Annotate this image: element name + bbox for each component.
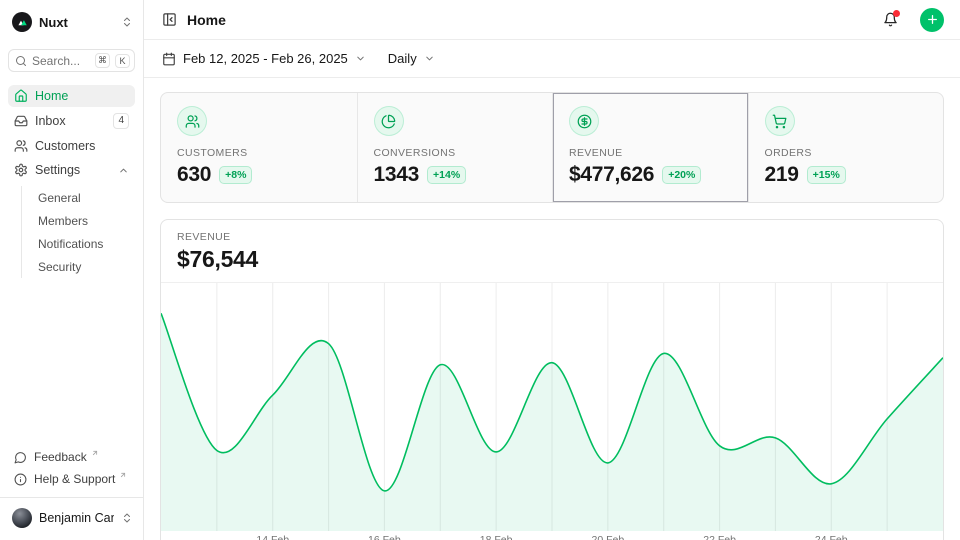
gear-icon <box>14 163 28 177</box>
stat-value: 1343 <box>374 163 420 187</box>
stat-delta-badge: +8% <box>219 166 252 184</box>
external-link-icon <box>91 449 99 457</box>
chart-metric-value: $76,544 <box>177 246 927 273</box>
chevrons-up-down-icon <box>121 16 133 28</box>
stat-value: 219 <box>765 163 799 187</box>
search-placeholder: Search... <box>32 54 90 68</box>
sidebar-collapse-icon[interactable] <box>162 12 177 27</box>
period-select[interactable]: Daily <box>388 51 435 66</box>
chart-plot-area[interactable] <box>161 283 943 531</box>
stat-label: REVENUE <box>569 147 732 159</box>
home-icon <box>14 89 28 103</box>
chart-metric-label: REVENUE <box>177 231 927 243</box>
notifications-button[interactable] <box>883 12 898 27</box>
sidebar-item-home[interactable]: Home <box>8 85 135 107</box>
notification-dot <box>893 10 900 17</box>
chevron-up-icon <box>118 165 129 176</box>
stat-value: 630 <box>177 163 211 187</box>
chevron-down-icon <box>424 53 435 64</box>
search-input[interactable]: Search... ⌘ K <box>8 49 135 72</box>
sidebar-item-label: Home <box>35 89 68 103</box>
nuxt-logo-icon <box>12 12 32 32</box>
period-value: Daily <box>388 51 417 66</box>
filters-toolbar: Feb 12, 2025 - Feb 26, 2025 Daily <box>144 40 960 78</box>
cart-icon <box>765 106 795 136</box>
sidebar-spacer <box>8 278 135 447</box>
users-icon <box>177 106 207 136</box>
sidebar-item-notifications[interactable]: Notifications <box>36 232 135 255</box>
main-area: Home Feb 12, 2025 - Feb 26, 2025 Daily <box>144 0 960 540</box>
search-icon <box>15 55 27 67</box>
workspace-name: Nuxt <box>39 15 114 30</box>
external-link-icon <box>119 471 127 479</box>
stat-value: $477,626 <box>569 163 654 187</box>
sidebar-item-label: Customers <box>35 139 95 153</box>
date-range-picker[interactable]: Feb 12, 2025 - Feb 26, 2025 <box>162 51 366 66</box>
revenue-chart-card: REVENUE $76,544 14 Feb 16 Feb 18 Feb 20 Feb… <box>160 219 944 540</box>
sidebar-item-label: Inbox <box>35 114 66 128</box>
info-icon <box>14 473 27 486</box>
settings-submenu: General Members Notifications Security <box>21 186 135 278</box>
users-icon <box>14 139 28 153</box>
sidebar-item-settings[interactable]: Settings <box>8 159 135 181</box>
chart-header: REVENUE $76,544 <box>161 220 943 283</box>
add-button[interactable] <box>920 8 944 32</box>
main-header: Home <box>144 0 960 40</box>
footer-link-label: Feedback <box>34 450 87 464</box>
sidebar-item-members[interactable]: Members <box>36 209 135 232</box>
footer-link-label: Help & Support <box>34 472 115 486</box>
sidebar-item-customers[interactable]: Customers <box>8 135 135 157</box>
x-tick-label: 24 Feb <box>815 534 848 540</box>
calendar-icon <box>162 52 176 66</box>
x-tick-label: 20 Feb <box>592 534 625 540</box>
chevron-down-icon <box>355 53 366 64</box>
user-menu[interactable]: Benjamin Canac <box>8 506 135 530</box>
dollar-circle-icon <box>569 106 599 136</box>
sidebar-item-security[interactable]: Security <box>36 255 135 278</box>
inbox-count-badge: 4 <box>113 113 129 129</box>
stat-delta-badge: +14% <box>427 166 466 184</box>
avatar <box>12 508 32 528</box>
revenue-area-chart <box>161 283 943 531</box>
stat-label: ORDERS <box>765 147 928 159</box>
page-title: Home <box>187 12 226 28</box>
help-support-link[interactable]: Help & Support <box>8 469 135 489</box>
sidebar-item-inbox[interactable]: Inbox 4 <box>8 109 135 133</box>
stat-tile-orders[interactable]: ORDERS 219 +15% <box>748 93 944 202</box>
date-range-value: Feb 12, 2025 - Feb 26, 2025 <box>183 51 348 66</box>
sidebar-footer-links: Feedback Help & Support <box>8 447 135 493</box>
stat-delta-badge: +15% <box>807 166 846 184</box>
user-section: Benjamin Canac <box>0 497 143 532</box>
sidebar-item-label: Settings <box>35 163 80 177</box>
x-tick-label: 18 Feb <box>480 534 513 540</box>
chevrons-up-down-icon <box>121 512 133 524</box>
stat-tile-conversions[interactable]: CONVERSIONS 1343 +14% <box>357 93 553 202</box>
feedback-link[interactable]: Feedback <box>8 447 135 467</box>
sidebar-item-general[interactable]: General <box>36 186 135 209</box>
pie-chart-icon <box>374 106 404 136</box>
stats-panel: CUSTOMERS 630 +8% CONVERSIONS 1343 +14% <box>160 92 944 203</box>
x-tick-label: 16 Feb <box>368 534 401 540</box>
dashboard-content: CUSTOMERS 630 +8% CONVERSIONS 1343 +14% <box>144 78 960 540</box>
kbd-k: K <box>115 54 130 68</box>
stat-tile-revenue[interactable]: REVENUE $477,626 +20% <box>552 93 748 202</box>
x-tick-label: 22 Feb <box>703 534 736 540</box>
stat-label: CONVERSIONS <box>374 147 537 159</box>
chart-x-ticks: 14 Feb 16 Feb 18 Feb 20 Feb 22 Feb 24 Feb <box>161 531 943 540</box>
user-name: Benjamin Canac <box>39 511 114 525</box>
chat-bubble-icon <box>14 451 27 464</box>
sidebar-nav: Home Inbox 4 Customers Settings Gener <box>8 85 135 278</box>
stat-label: CUSTOMERS <box>177 147 341 159</box>
sidebar: Nuxt Search... ⌘ K Home Inbox 4 <box>0 0 144 540</box>
x-tick-label: 14 Feb <box>256 534 289 540</box>
inbox-icon <box>14 114 28 128</box>
workspace-switcher[interactable]: Nuxt <box>8 8 135 36</box>
kbd-command: ⌘ <box>95 53 110 68</box>
stat-tile-customers[interactable]: CUSTOMERS 630 +8% <box>161 93 357 202</box>
stat-delta-badge: +20% <box>662 166 701 184</box>
